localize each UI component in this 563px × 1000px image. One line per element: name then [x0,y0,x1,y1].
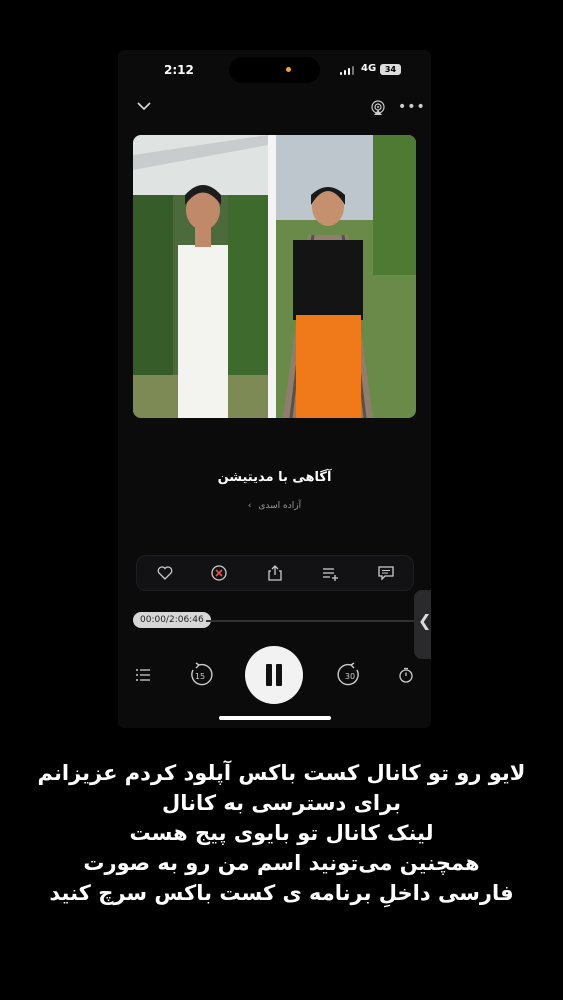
comment-icon[interactable] [377,564,395,582]
artist-link[interactable]: ‹ آزاده اسدی [118,501,431,511]
side-panel-handle[interactable]: ❮ [414,590,431,659]
timer-icon[interactable] [398,667,414,683]
pause-bar-left [266,664,272,686]
episode-cover-image [133,135,416,418]
network-label: 4G [361,63,377,74]
heart-icon[interactable] [156,564,174,582]
add-to-playlist-icon[interactable] [321,564,339,582]
playback-time[interactable]: 00:00/2:06:46 [133,612,211,628]
queue-icon[interactable] [135,667,151,683]
dynamic-island [229,57,320,83]
skip-forward-label: 30 [345,672,355,681]
caption-line: فارسی داخلِ برنامه ی کست باکس سرچ کنید [49,881,514,905]
caption-line: لینک کانال تو بایوی پیج هست [129,821,434,845]
battery-icon: 34 [380,64,401,75]
chevron-left-icon: ❮ [418,611,432,630]
chevron-down-icon[interactable] [136,100,152,112]
pause-bar-right [276,664,282,686]
close-circle-icon[interactable] [210,564,228,582]
signal-icon [340,66,354,75]
share-icon[interactable] [266,564,284,582]
status-time: 2:12 [164,63,194,77]
privacy-dot [286,67,291,72]
airplay-icon[interactable] [370,100,386,116]
pause-button[interactable] [245,646,303,704]
more-icon[interactable]: ••• [398,99,426,115]
caption-line: همچنین می‌تونید اسم من رو به صورت [83,851,480,875]
caption-line: برای دسترسی به کانال [162,791,401,815]
artist-name: آزاده اسدی [258,501,302,511]
action-bar [136,555,414,591]
forward-30-icon[interactable]: 30 [337,662,363,688]
rewind-15-icon[interactable]: 15 [187,662,213,688]
home-indicator [219,716,331,720]
phone-screen: 2:12 4G 34 ••• آگاهی با مدیتیشن ‹ آزاده … [118,50,431,728]
track-title: آگاهی با مدیتیشن [217,470,332,485]
skip-back-label: 15 [195,672,205,681]
progress-bar[interactable] [206,620,416,622]
story-caption: لایو رو تو کانال کست باکس آپلود کردم عزی… [0,758,563,908]
chevron-left-icon: ‹ [247,501,252,511]
caption-line: لایو رو تو کانال کست باکس آپلود کردم عزی… [37,761,526,785]
